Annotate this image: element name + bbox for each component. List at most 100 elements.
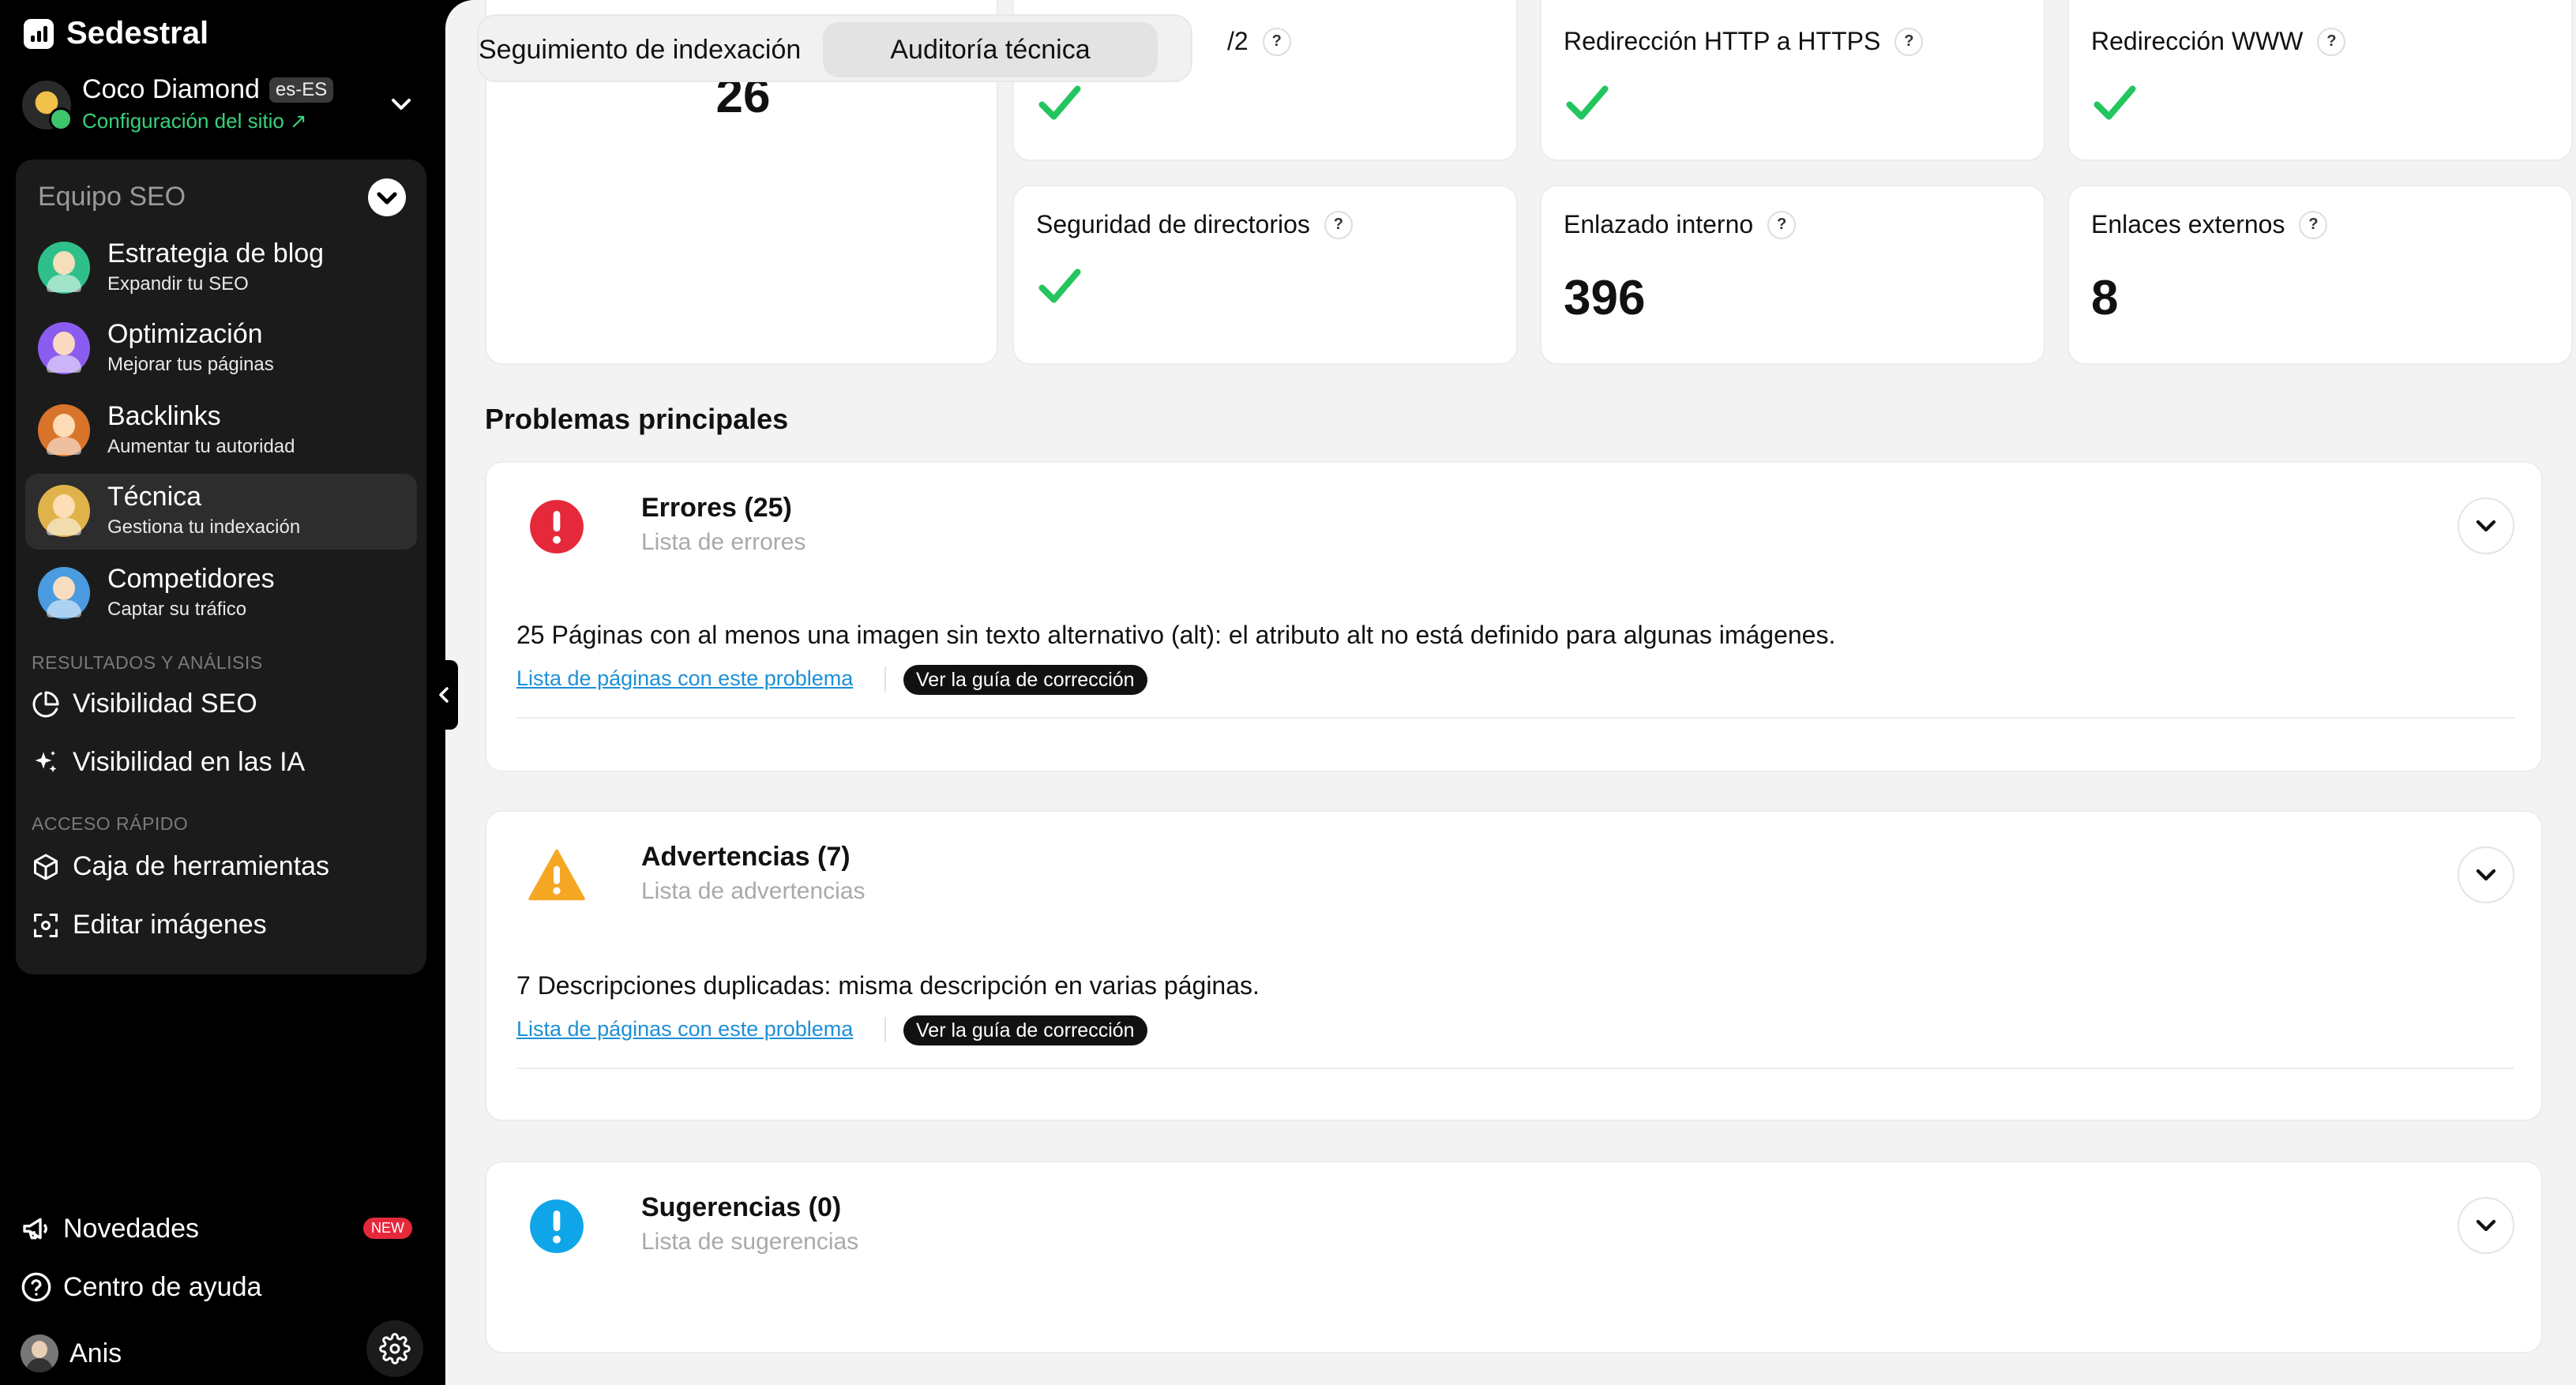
user-avatar: [21, 1334, 58, 1372]
divider: [516, 717, 2514, 719]
nav-edit-images[interactable]: Editar imágenes: [32, 910, 267, 940]
agent-avatar: [38, 322, 90, 374]
check-icon: [1566, 85, 1609, 120]
check-icon: [1038, 85, 1081, 120]
help-icon[interactable]: ?: [1767, 210, 1797, 239]
agent-avatar: [38, 567, 90, 619]
results-section-label: RESULTADOS Y ANÁLISIS: [32, 652, 263, 673]
box-icon: [34, 854, 58, 880]
sidebar-collapse-handle[interactable]: [430, 660, 458, 730]
problem-group-warnings: Advertencias (7) Lista de advertencias 7…: [485, 810, 2543, 1121]
group-title: Sugerencias (0): [641, 1192, 842, 1222]
agent-avatar: [38, 242, 90, 294]
chevron-down-icon[interactable]: [385, 88, 417, 120]
tab-technical-audit[interactable]: Auditoría técnica: [823, 22, 1158, 77]
affected-pages-link[interactable]: Lista de páginas con este problema: [516, 666, 853, 691]
pie-chart-icon: [32, 691, 59, 717]
quick-access-label: ACCESO RÁPIDO: [32, 813, 189, 834]
user-profile[interactable]: Anis: [21, 1334, 122, 1372]
group-title: Errores (25): [641, 493, 792, 523]
help-icon[interactable]: ?: [2299, 210, 2328, 239]
expand-toggle[interactable]: [2458, 497, 2514, 554]
sidebar: Sedestral Coco Diamond es-ES Configuraci…: [0, 0, 445, 1385]
problems-title: Problemas principales: [485, 403, 789, 435]
help-icon[interactable]: ?: [1324, 210, 1353, 239]
problem-group-errors: Errores (25) Lista de errores 25 Páginas…: [485, 461, 2543, 772]
issue-description: 7 Descripciones duplicadas: misma descri…: [516, 971, 1260, 1000]
metric-card-http-https: Redirección HTTP a HTTPS ?: [1540, 0, 2045, 161]
help-icon[interactable]: ?: [2317, 27, 2346, 56]
error-icon: [530, 500, 584, 554]
help-icon[interactable]: ?: [1262, 27, 1291, 56]
view-tabs: Seguimiento de indexación Auditoría técn…: [477, 14, 1192, 82]
chevron-down-icon: [2476, 869, 2496, 881]
chevron-down-icon: [377, 192, 397, 205]
divider: [884, 1017, 886, 1042]
image-edit-icon: [34, 913, 58, 937]
group-subtitle: Lista de advertencias: [641, 878, 866, 904]
agent-competitors[interactable]: Competidores Captar su tráfico: [25, 556, 417, 632]
nav-seo-visibility[interactable]: Visibilidad SEO: [32, 689, 257, 719]
metric-label: Redirección WWW: [2091, 27, 2304, 55]
expand-toggle[interactable]: [2458, 1197, 2514, 1254]
metric-card-external-links: Enlaces externos ? 8: [2067, 185, 2573, 365]
chevron-down-icon: [2476, 520, 2496, 532]
settings-button[interactable]: [366, 1320, 423, 1377]
megaphone-icon: [23, 1218, 47, 1240]
main-content: 26 /2 ? Redirección HTTP a HTTPS ? Redir…: [445, 0, 2576, 1385]
check-icon: [2093, 85, 2136, 120]
problem-group-suggestions: Sugerencias (0) Lista de sugerencias: [485, 1161, 2543, 1353]
group-subtitle: Lista de errores: [641, 529, 806, 555]
issue-description: 25 Páginas con al menos una imagen sin t…: [516, 621, 1836, 649]
metric-label: Enlazado interno: [1564, 210, 1754, 238]
metric-value: 8: [2091, 271, 2119, 325]
language-badge: es-ES: [268, 77, 334, 103]
agent-avatar: [38, 485, 90, 537]
metric-label: /2: [1227, 27, 1249, 55]
group-subtitle: Lista de sugerencias: [641, 1229, 859, 1255]
divider: [884, 666, 886, 692]
metric-card-directory-security: Seguridad de directorios ?: [1012, 185, 1518, 365]
tab-indexing-tracking[interactable]: Seguimiento de indexación: [479, 22, 818, 77]
nav-ai-visibility[interactable]: Visibilidad en las IA: [32, 747, 305, 778]
site-switcher[interactable]: Coco Diamond es-ES Configuración del sit…: [22, 74, 417, 137]
agent-avatar: [38, 404, 90, 456]
info-icon: [530, 1199, 584, 1253]
divider: [516, 1068, 2514, 1069]
sparkles-icon: [35, 750, 57, 772]
new-badge: NEW: [363, 1218, 412, 1239]
metric-card-www: Redirección WWW ?: [2067, 0, 2573, 161]
help-icon[interactable]: ?: [1894, 27, 1924, 56]
help-circle-icon: [21, 1272, 51, 1302]
agent-backlinks[interactable]: Backlinks Aumentar tu autoridad: [25, 393, 417, 469]
site-config-link[interactable]: Configuración del sitio ↗: [82, 109, 307, 133]
affected-pages-link[interactable]: Lista de páginas con este problema: [516, 1017, 853, 1042]
expand-toggle[interactable]: [2458, 846, 2514, 903]
site-name: Coco Diamond: [82, 74, 260, 104]
brand[interactable]: Sedestral: [24, 16, 208, 51]
chevron-left-icon: [439, 687, 449, 703]
gear-icon: [379, 1333, 411, 1364]
metric-value: 396: [1564, 271, 1646, 325]
team-title: Equipo SEO: [38, 182, 186, 212]
nav-help-center[interactable]: Centro de ayuda: [21, 1271, 261, 1303]
fix-guide-button[interactable]: Ver la guía de corrección: [903, 1015, 1147, 1045]
check-icon: [1038, 268, 1081, 303]
fix-guide-button[interactable]: Ver la guía de corrección: [903, 665, 1147, 695]
sedestral-logo-icon: [24, 18, 54, 49]
warning-icon: [528, 849, 585, 901]
brand-name: Sedestral: [66, 16, 209, 51]
group-title: Advertencias (7): [641, 842, 851, 872]
agent-blog-strategy[interactable]: Estrategia de blog Expandir tu SEO: [25, 231, 417, 306]
metric-label: Redirección HTTP a HTTPS: [1564, 27, 1881, 55]
metric-label: Enlaces externos: [2091, 210, 2285, 238]
team-collapse-toggle[interactable]: [368, 178, 406, 216]
site-avatar: [22, 81, 73, 131]
metric-label: Seguridad de directorios: [1036, 210, 1310, 238]
agent-technical[interactable]: Técnica Gestiona tu indexación: [25, 474, 417, 550]
nav-toolbox[interactable]: Caja de herramientas: [32, 851, 329, 882]
agent-optimization[interactable]: Optimización Mejorar tus páginas: [25, 311, 417, 387]
nav-news[interactable]: Novedades: [21, 1213, 199, 1244]
metric-card-internal-links: Enlazado interno ? 396: [1540, 185, 2045, 365]
chevron-down-icon: [2476, 1219, 2496, 1232]
